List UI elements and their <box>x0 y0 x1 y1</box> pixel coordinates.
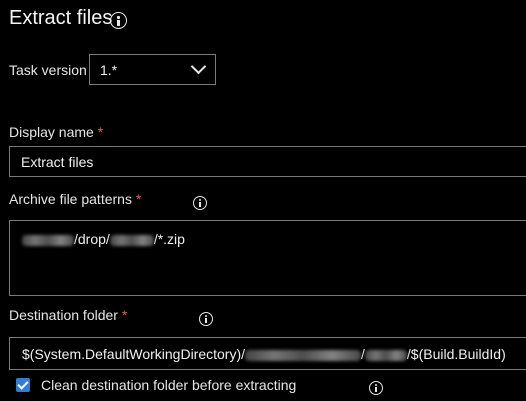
archive-patterns-label-text: Archive file patterns <box>9 191 132 207</box>
info-icon[interactable] <box>198 312 213 326</box>
display-name-label-text: Display name <box>9 124 94 140</box>
info-icon[interactable] <box>110 12 127 29</box>
redacted-text <box>245 349 362 361</box>
destination-folder-value: $(System.DefaultWorkingDirectory)///$(Bu… <box>22 346 506 362</box>
archive-value-part: /drop/ <box>74 231 110 247</box>
destination-folder-input[interactable]: $(System.DefaultWorkingDirectory)///$(Bu… <box>9 337 526 370</box>
task-version-value: 1.* <box>100 62 118 78</box>
display-name-label: Display name * <box>9 124 103 140</box>
destination-folder-label: Destination folder * <box>9 307 127 323</box>
destination-folder-label-text: Destination folder <box>9 307 118 323</box>
archive-patterns-textarea[interactable]: /drop/ /*.zip <box>9 220 526 296</box>
archive-value-part: /*.zip <box>153 231 185 247</box>
redacted-text <box>109 234 154 246</box>
redacted-text <box>364 349 407 361</box>
redacted-text <box>22 234 74 246</box>
required-asterisk: * <box>135 191 142 207</box>
chevron-down-icon <box>190 58 207 75</box>
page-title: Extract files <box>9 7 113 29</box>
task-version-select[interactable]: 1.* <box>89 54 216 85</box>
clean-destination-checkbox[interactable] <box>16 378 30 392</box>
display-name-input[interactable]: Extract files <box>9 146 526 177</box>
archive-patterns-value: /drop/ /*.zip <box>22 231 185 247</box>
info-icon[interactable] <box>193 196 208 210</box>
dest-value-part: /$(Build.BuildId) <box>406 346 506 362</box>
clean-destination-label[interactable]: Clean destination folder before extracti… <box>41 377 296 393</box>
required-asterisk: * <box>97 124 104 140</box>
info-icon[interactable] <box>369 381 384 395</box>
archive-patterns-label: Archive file patterns * <box>9 191 141 207</box>
required-asterisk: * <box>121 307 128 323</box>
display-name-value: Extract files <box>21 154 94 170</box>
dest-value-part: $(System.DefaultWorkingDirectory)/ <box>22 346 246 362</box>
task-version-label: Task version <box>9 62 87 78</box>
